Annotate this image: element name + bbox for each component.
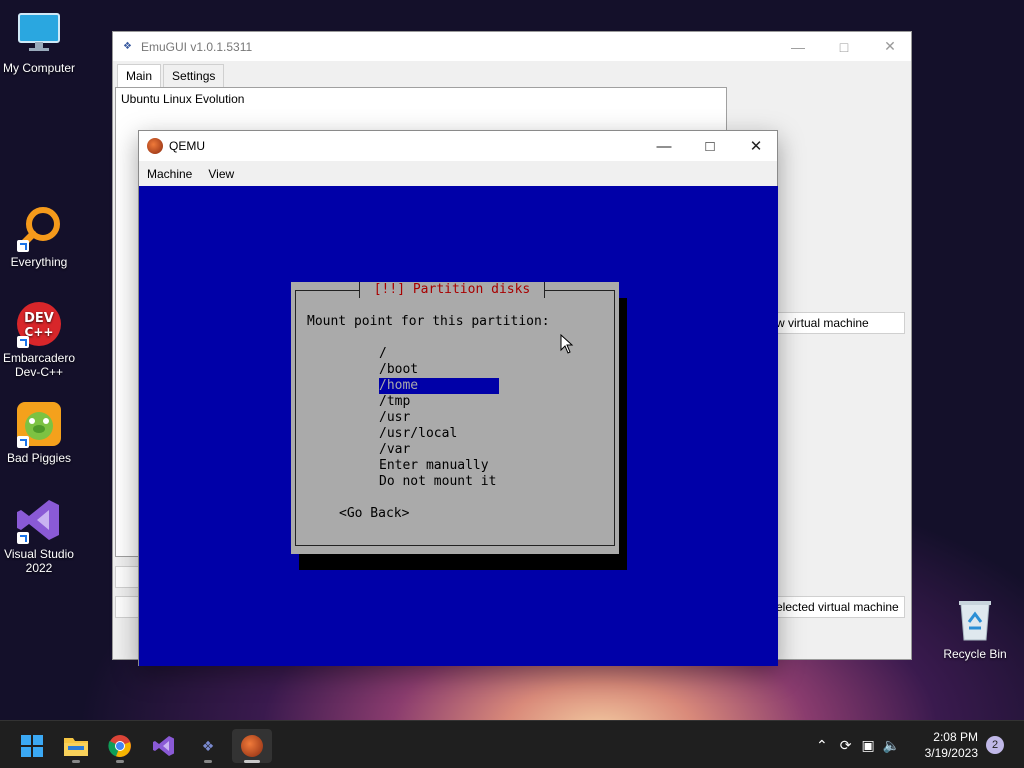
desktop-icon-label: Bad Piggies (6, 451, 72, 465)
mount-option-home[interactable]: /home (379, 378, 499, 394)
shortcut-arrow-icon (17, 240, 29, 252)
taskbar-chrome[interactable] (100, 729, 140, 763)
dialog-prompt: Mount point for this partition: (307, 314, 550, 329)
new-vm-button[interactable]: w virtual machine (775, 312, 905, 334)
running-indicator (244, 760, 260, 763)
selected-vm-button[interactable]: elected virtual machine (775, 596, 905, 618)
minimize-button[interactable]: — (775, 32, 821, 61)
mount-option-enter-manually[interactable]: Enter manually (379, 458, 499, 474)
visual-studio-icon (15, 496, 63, 544)
minimize-icon: — (656, 137, 672, 155)
qemu-window[interactable]: QEMU — □ ✕ Machine View [!!] Partition d… (138, 130, 778, 666)
desktop-icon-label: Visual Studio 2022 (4, 547, 74, 575)
qemu-minimize-button[interactable]: — (641, 131, 687, 161)
qemu-menubar: Machine View (139, 161, 777, 186)
folder-icon (64, 738, 88, 756)
desktop-icon-label: Recycle Bin (943, 647, 1007, 661)
taskbar: ❖ ⌃ ⟳ ▣ 🔈 2:08 PM 3/19/2023 2 (0, 720, 1024, 768)
taskbar-file-explorer[interactable] (56, 729, 96, 763)
chevron-up-icon[interactable]: ⌃ (816, 737, 828, 754)
network-icon[interactable]: ▣ (861, 737, 874, 754)
mount-point-list: / /boot /home /tmp /usr /usr/local /var … (379, 346, 499, 490)
menu-machine[interactable]: Machine (147, 167, 192, 181)
desktop-icon-recycle-bin[interactable]: Recycle Bin (936, 596, 1014, 661)
shortcut-arrow-icon (17, 532, 29, 544)
desktop-icon-visual-studio[interactable]: Visual Studio 2022 (0, 496, 78, 575)
clock-date: 3/19/2023 (924, 746, 978, 760)
qemu-logo-icon (241, 735, 263, 757)
tab-settings[interactable]: Settings (163, 64, 225, 87)
notification-badge[interactable]: 2 (986, 736, 1004, 754)
vm-list-item[interactable]: Ubuntu Linux Evolution (121, 92, 721, 106)
desktop-icon-bad-piggies[interactable]: Bad Piggies (0, 400, 78, 465)
desktop-icon-dev-cpp[interactable]: DEV C++ Embarcadero Dev-C++ (0, 300, 78, 379)
taskbar-emugui[interactable]: ❖ (188, 729, 228, 763)
mount-option-root[interactable]: / (379, 346, 499, 362)
running-indicator (72, 760, 80, 763)
mount-option-usr-local[interactable]: /usr/local (379, 426, 499, 442)
close-button[interactable]: ✕ (867, 32, 913, 61)
clock-time: 2:08 PM (933, 730, 978, 744)
emugui-app-icon: ❖ (123, 40, 132, 52)
tab-main[interactable]: Main (117, 64, 162, 87)
magnifier-icon (15, 204, 63, 252)
close-icon: ✕ (749, 138, 763, 155)
desktop-icon-label: Embarcadero Dev-C++ (2, 351, 76, 379)
recycle-bin-icon (951, 596, 999, 644)
desktop-icon-my-computer[interactable]: My Computer (0, 10, 78, 75)
mount-option-tmp[interactable]: /tmp (379, 394, 499, 410)
emugui-title: EmuGUI v1.0.1.5311 (141, 39, 253, 54)
pig-icon (15, 400, 63, 448)
shortcut-arrow-icon (17, 336, 29, 348)
desktop-icon-label: My Computer (2, 61, 76, 75)
shortcut-arrow-icon (17, 436, 29, 448)
emugui-tabbar: Main Settings (113, 61, 911, 87)
selected-vm-label: elected virtual machine (776, 600, 899, 614)
running-indicator (204, 760, 212, 763)
maximize-button[interactable]: □ (821, 32, 867, 61)
maximize-icon: □ (705, 137, 715, 155)
taskbar-qemu[interactable] (232, 729, 272, 763)
go-back-button[interactable]: <Go Back> (339, 506, 409, 521)
svg-text:DEV: DEV (24, 311, 54, 326)
monitor-icon (15, 10, 63, 58)
chrome-icon (108, 735, 131, 757)
mouse-cursor-icon (560, 333, 574, 357)
visual-studio-icon (153, 736, 174, 756)
qemu-title: QEMU (169, 139, 205, 153)
start-button[interactable] (12, 729, 52, 763)
menu-view[interactable]: View (208, 167, 234, 181)
mount-option-usr[interactable]: /usr (379, 410, 499, 426)
system-tray: ⌃ ⟳ ▣ 🔈 (816, 721, 900, 768)
emugui-app-icon: ❖ (201, 737, 215, 754)
dialog-title: [!!] Partition disks (359, 282, 545, 298)
desktop-icon-everything[interactable]: Everything (0, 204, 78, 269)
maximize-icon: □ (839, 38, 849, 55)
minimize-icon: — (791, 38, 805, 55)
qemu-maximize-button[interactable]: □ (687, 131, 733, 161)
qemu-close-button[interactable]: ✕ (733, 131, 779, 161)
clock[interactable]: 2:08 PM 3/19/2023 (925, 729, 978, 761)
running-indicator (116, 760, 124, 763)
mount-option-do-not-mount[interactable]: Do not mount it (379, 474, 499, 490)
desktop-icon-label: Everything (10, 255, 68, 269)
partition-dialog: [!!] Partition disks Mount point for thi… (291, 282, 619, 554)
volume-icon[interactable]: 🔈 (883, 737, 900, 754)
mount-option-boot[interactable]: /boot (379, 362, 499, 378)
mount-option-var[interactable]: /var (379, 442, 499, 458)
vm-display[interactable]: [!!] Partition disks Mount point for thi… (139, 186, 778, 666)
windows-logo-icon (21, 735, 43, 757)
devcpp-icon: DEV C++ (15, 300, 63, 348)
sync-icon[interactable]: ⟳ (840, 737, 852, 754)
close-icon: ✕ (884, 38, 896, 54)
new-vm-label: w virtual machine (776, 316, 869, 330)
qemu-logo-icon (147, 138, 163, 154)
taskbar-visual-studio[interactable] (144, 729, 184, 763)
